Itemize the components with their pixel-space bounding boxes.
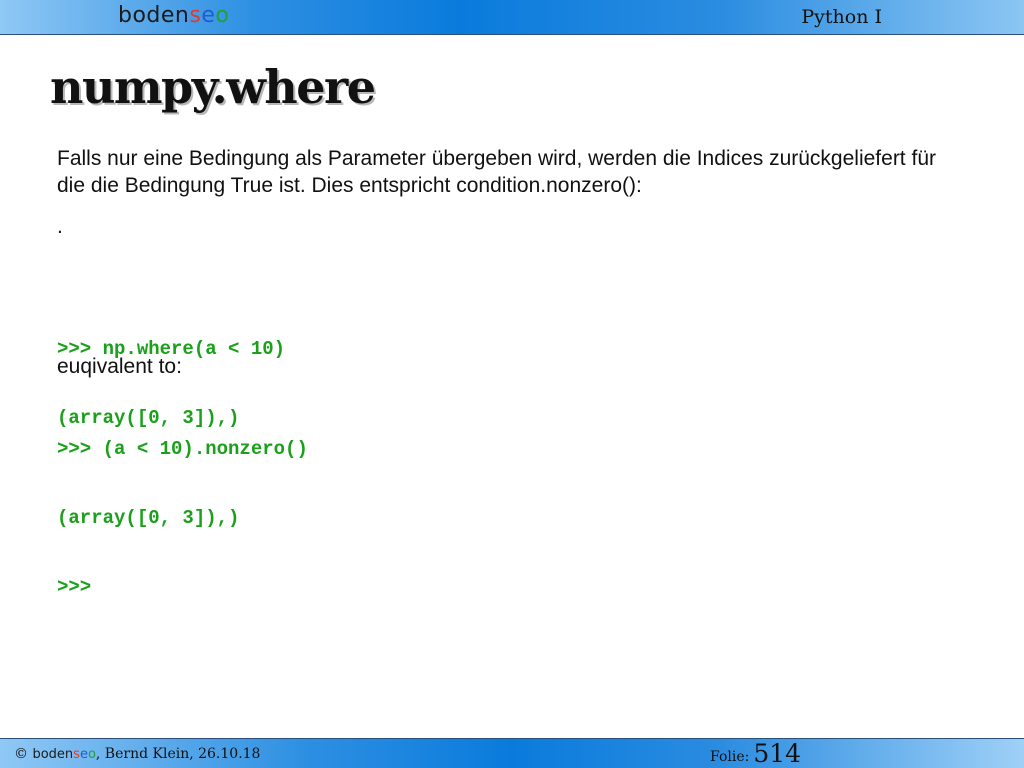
logo-text-e: e xyxy=(201,3,216,28)
code-block-nonzero: >>> (a < 10).nonzero() (array([0, 3]),) … xyxy=(57,392,308,645)
copyright-symbol: © xyxy=(14,746,28,762)
footer-logo-e: e xyxy=(79,747,88,762)
header-bar: bodenseo Python I xyxy=(0,0,1024,35)
footer-logo: bodenseo xyxy=(32,747,95,762)
description-paragraph: Falls nur eine Bedingung als Parameter ü… xyxy=(57,147,936,197)
logo-text-o: o xyxy=(215,3,230,28)
code-line: (array([0, 3]),) xyxy=(57,507,240,529)
footer-credits: © bodenseo, Bernd Klein, 26.10.18 xyxy=(14,746,260,762)
bodenseo-logo: bodenseo xyxy=(118,3,229,28)
logo-text-s: s xyxy=(189,3,202,28)
footer-bar: © bodenseo, Bernd Klein, 26.10.18 Folie:… xyxy=(0,738,1024,768)
footer-logo-o: o xyxy=(87,747,96,762)
footer-logo-boden: boden xyxy=(32,747,74,762)
slide-title: numpy.where xyxy=(50,60,376,114)
slide: bodenseo Python I numpy.where Falls nur … xyxy=(0,0,1024,768)
folie-number: 514 xyxy=(753,739,802,768)
code-line: >>> xyxy=(57,576,92,598)
footer-logo-s: s xyxy=(73,747,80,762)
folie-label: Folie: xyxy=(710,749,750,765)
author-date: , Bernd Klein, 26.10.18 xyxy=(95,746,261,762)
slide-number-area: Folie: 514 xyxy=(710,739,801,768)
equivalent-label: euqivalent to: xyxy=(57,355,182,378)
dot-line: . xyxy=(57,215,63,238)
code-line: >>> (a < 10).nonzero() xyxy=(57,438,308,460)
course-title: Python I xyxy=(801,6,882,28)
logo-text-boden: boden xyxy=(118,3,190,28)
